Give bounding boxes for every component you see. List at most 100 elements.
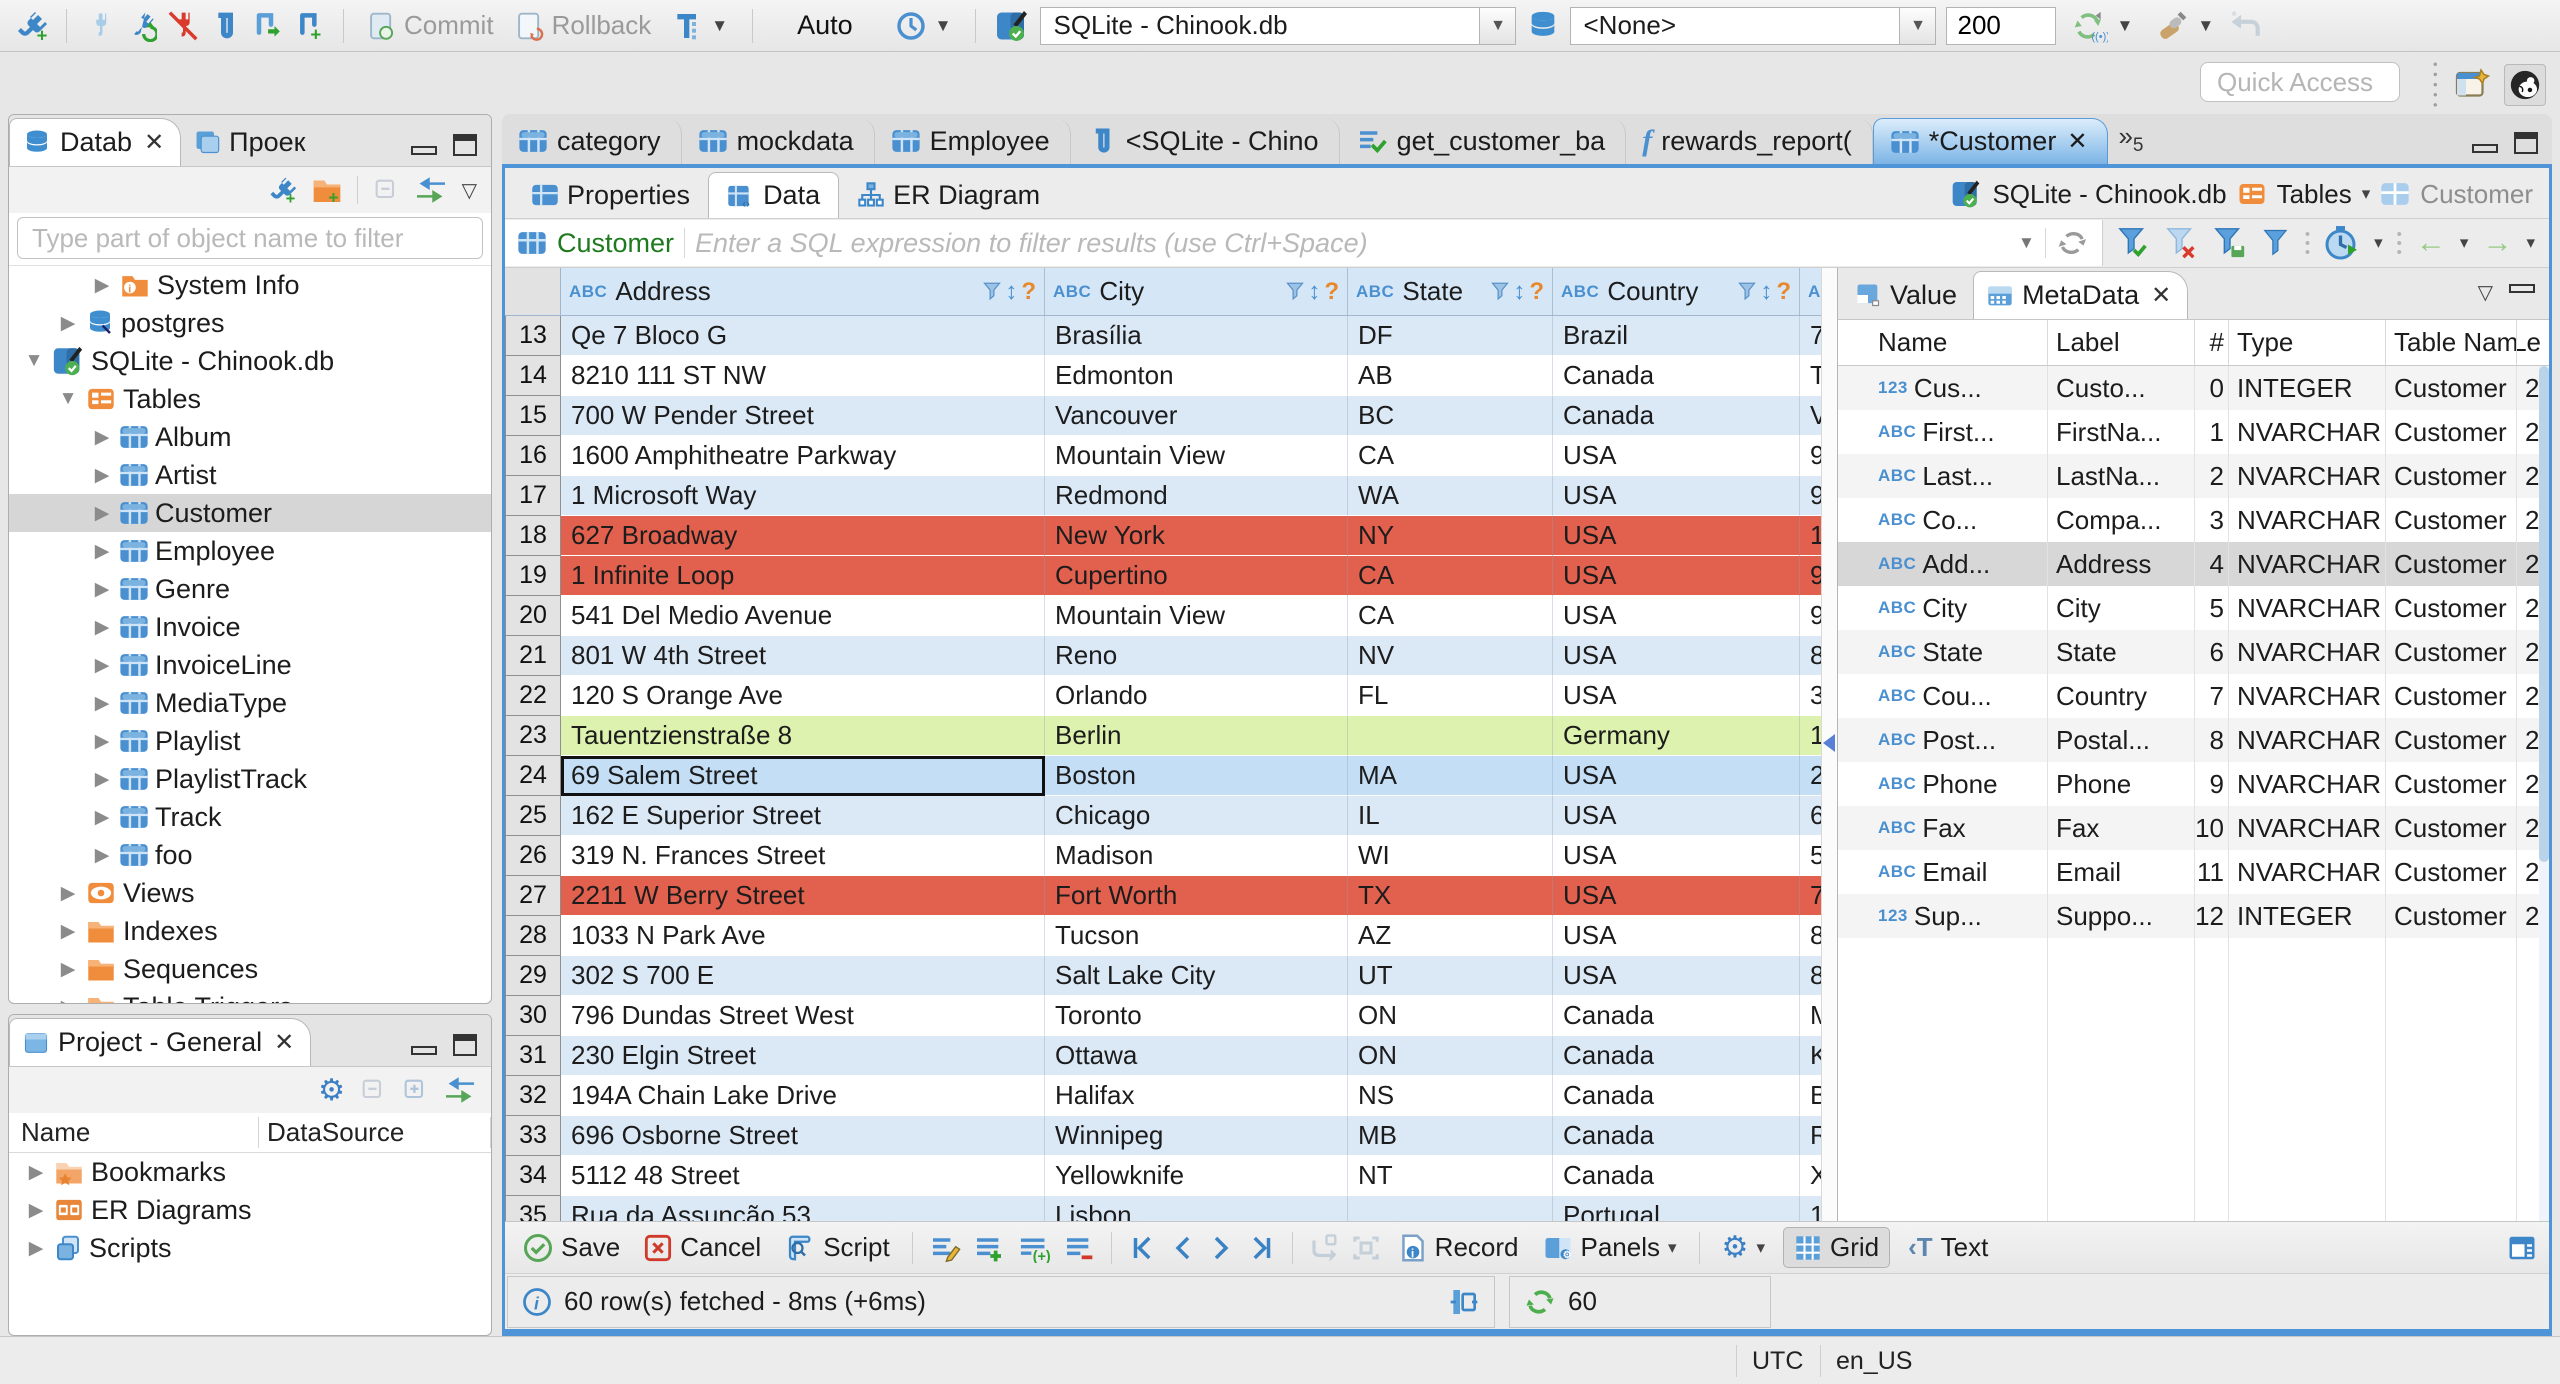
- column-header-country[interactable]: ABC Country ↕?: [1553, 268, 1800, 315]
- minimize-icon[interactable]: [411, 1046, 437, 1055]
- column-header-postal[interactable]: ABC: [1800, 268, 1821, 315]
- tree-item-tables[interactable]: ▼ Tables: [9, 380, 491, 418]
- column-filter-icon[interactable]: [1491, 282, 1510, 302]
- meta-column-max-le[interactable]: Max Le: [2517, 320, 2549, 365]
- sort-icon[interactable]: ↕: [1760, 278, 1772, 306]
- row-number-cell[interactable]: 14: [505, 356, 561, 396]
- country-cell[interactable]: Canada: [1553, 396, 1800, 436]
- state-cell[interactable]: AB: [1348, 356, 1553, 396]
- postal-cell[interactable]: 85: [1800, 916, 1821, 956]
- city-cell[interactable]: Lisbon: [1045, 1196, 1348, 1221]
- row-number-cell[interactable]: 25: [505, 796, 561, 836]
- auto-refresh-box[interactable]: 60: [1509, 1275, 1771, 1328]
- row-number-cell[interactable]: 35: [505, 1196, 561, 1221]
- meta-column-table-name[interactable]: Table Name: [2386, 320, 2517, 365]
- minimize-icon[interactable]: [2509, 284, 2535, 293]
- editor-tab-employee[interactable]: Employee: [875, 118, 1071, 164]
- postal-cell[interactable]: 53: [1800, 836, 1821, 876]
- postal-cell[interactable]: 94: [1800, 596, 1821, 636]
- address-cell[interactable]: 796 Dundas Street West: [561, 996, 1045, 1036]
- commit-button[interactable]: Commit: [362, 6, 500, 45]
- address-cell[interactable]: Rua da Assunção 53: [561, 1196, 1045, 1221]
- chevron-down-icon[interactable]: ▾: [2362, 184, 2371, 204]
- row-number-cell[interactable]: 31: [505, 1036, 561, 1076]
- edit-cell-icon[interactable]: [929, 1233, 961, 1263]
- expand-all-icon[interactable]: [401, 1076, 429, 1104]
- city-cell[interactable]: Salt Lake City: [1045, 956, 1348, 996]
- tree-item-indexes[interactable]: ▶ Indexes: [9, 912, 491, 950]
- country-cell[interactable]: USA: [1553, 836, 1800, 876]
- postal-cell[interactable]: 76: [1800, 876, 1821, 916]
- state-cell[interactable]: CA: [1348, 556, 1553, 596]
- editor-tab--sqlite-chino[interactable]: <SQLite - Chino: [1071, 118, 1340, 164]
- tree-expand-arrow-icon[interactable]: ▶: [91, 426, 113, 449]
- tree-expand-arrow-icon[interactable]: ▶: [57, 996, 79, 1004]
- address-cell[interactable]: 8210 111 ST NW: [561, 356, 1045, 396]
- panel-layout-icon[interactable]: [2507, 1234, 2537, 1262]
- state-cell[interactable]: UT: [1348, 956, 1553, 996]
- fetch-next-icon[interactable]: →: [2482, 226, 2512, 260]
- open-sql-editor-icon[interactable]: [251, 10, 283, 42]
- transaction-log-button[interactable]: ▼: [667, 6, 734, 46]
- country-cell[interactable]: USA: [1553, 636, 1800, 676]
- address-cell[interactable]: 541 Del Medio Avenue: [561, 596, 1045, 636]
- city-cell[interactable]: New York: [1045, 516, 1348, 556]
- save-button[interactable]: Save: [517, 1228, 626, 1267]
- city-cell[interactable]: Cupertino: [1045, 556, 1348, 596]
- address-cell[interactable]: 230 Elgin Street: [561, 1036, 1045, 1076]
- breadcrumb-connection[interactable]: SQLite - Chinook.db: [1992, 179, 2226, 210]
- close-icon[interactable]: ✕: [274, 1028, 294, 1057]
- row-number-cell[interactable]: 19: [505, 556, 561, 596]
- tree-item-genre[interactable]: ▶ Genre: [9, 570, 491, 608]
- sort-icon[interactable]: ↕: [1308, 278, 1320, 306]
- editor-tab-category[interactable]: category: [502, 118, 682, 164]
- state-cell[interactable]: CA: [1348, 436, 1553, 476]
- row-number-cell[interactable]: 21: [505, 636, 561, 676]
- filter-hint-icon[interactable]: ?: [1776, 278, 1791, 306]
- new-connection-icon[interactable]: +: [267, 175, 297, 205]
- country-cell[interactable]: USA: [1553, 516, 1800, 556]
- maximize-icon[interactable]: [453, 1034, 477, 1056]
- breadcrumb-container[interactable]: Tables: [2277, 179, 2352, 210]
- column-header-city[interactable]: ABC City ↕?: [1045, 268, 1348, 315]
- row-number-cell[interactable]: 20: [505, 596, 561, 636]
- address-cell[interactable]: 801 W 4th Street: [561, 636, 1045, 676]
- country-cell[interactable]: USA: [1553, 916, 1800, 956]
- reconnect-icon[interactable]: [125, 10, 157, 42]
- row-number-cell[interactable]: 16: [505, 436, 561, 476]
- tree-item-artist[interactable]: ▶ Artist: [9, 456, 491, 494]
- state-cell[interactable]: CA: [1348, 596, 1553, 636]
- tree-item-postgres[interactable]: ▶ postgres: [9, 304, 491, 342]
- editor-tab-get-customer-ba[interactable]: get_customer_ba: [1340, 118, 1627, 164]
- tree-collapse-arrow-icon[interactable]: ▼: [57, 388, 79, 410]
- row-number-cell[interactable]: 32: [505, 1076, 561, 1116]
- tree-item-mediatype[interactable]: ▶ MediaType: [9, 684, 491, 722]
- add-row-icon[interactable]: [973, 1233, 1005, 1263]
- tree-expand-arrow-icon[interactable]: ▶: [91, 274, 113, 297]
- country-cell[interactable]: USA: [1553, 796, 1800, 836]
- meta-column--[interactable]: #: [2195, 320, 2229, 365]
- city-cell[interactable]: Toronto: [1045, 996, 1348, 1036]
- row-number-cell[interactable]: 27: [505, 876, 561, 916]
- address-cell[interactable]: 302 S 700 E: [561, 956, 1045, 996]
- tree-item-invoice[interactable]: ▶ Invoice: [9, 608, 491, 646]
- link-with-editor-icon[interactable]: [443, 1076, 477, 1104]
- address-cell[interactable]: 700 W Pender Street: [561, 396, 1045, 436]
- city-cell[interactable]: Mountain View: [1045, 436, 1348, 476]
- country-cell[interactable]: USA: [1553, 436, 1800, 476]
- filter-hint-icon[interactable]: ?: [1529, 278, 1544, 306]
- country-cell[interactable]: Brazil: [1553, 316, 1800, 356]
- metadata-row[interactable]: 123Cus...Custo...0INTEGERCustomer2,147,4…: [1838, 366, 2549, 410]
- country-cell[interactable]: Canada: [1553, 1076, 1800, 1116]
- postal-cell[interactable]: 95: [1800, 556, 1821, 596]
- connection-combo[interactable]: SQLite - Chinook.db ▼: [1040, 6, 1517, 45]
- close-icon[interactable]: ✕: [2151, 281, 2171, 310]
- column-filter-icon[interactable]: [1738, 282, 1757, 302]
- state-cell[interactable]: ON: [1348, 996, 1553, 1036]
- metadata-row[interactable]: ABCEmailEmail11NVARCHARCustomer2,147,483: [1838, 850, 2549, 894]
- project-item-scripts[interactable]: ▶ Scripts: [9, 1229, 491, 1267]
- filter-history-caret-icon[interactable]: ▼: [2018, 233, 2035, 253]
- row-number-cell[interactable]: 29: [505, 956, 561, 996]
- postal-cell[interactable]: M6: [1800, 996, 1821, 1036]
- postal-cell[interactable]: 1: [1800, 1196, 1821, 1221]
